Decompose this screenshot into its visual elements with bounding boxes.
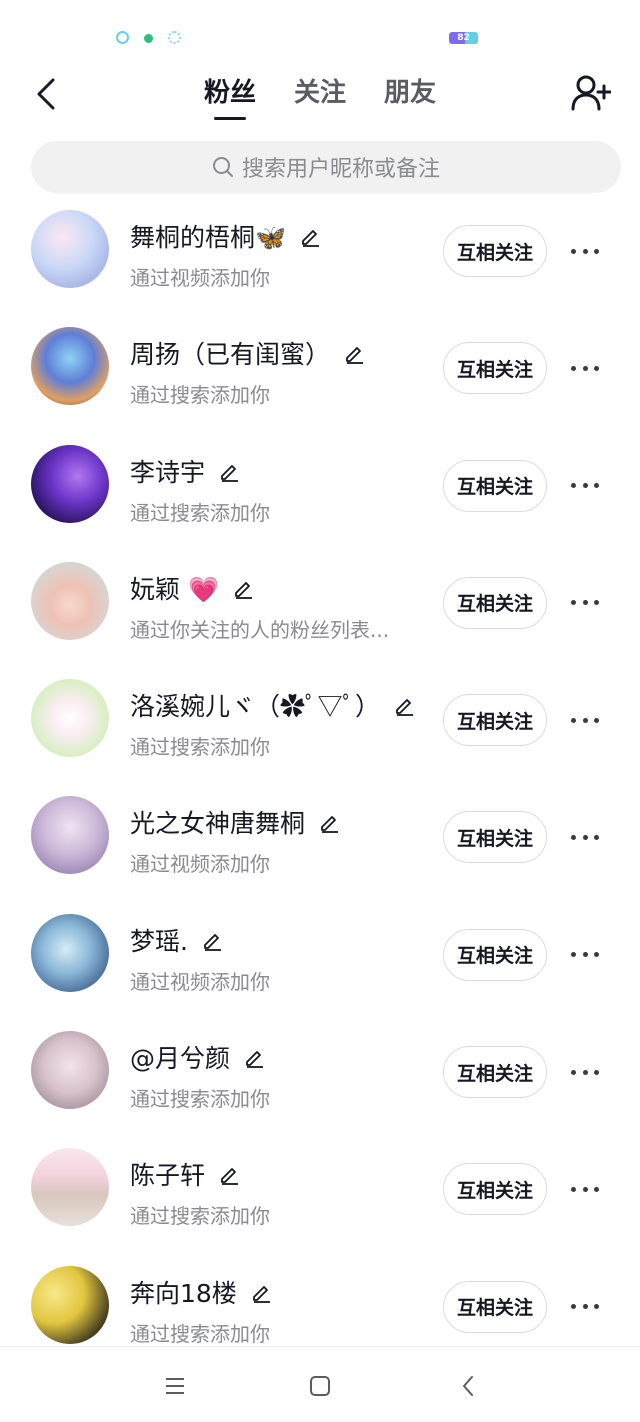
more-icon[interactable] bbox=[568, 824, 602, 850]
menu-icon bbox=[166, 1378, 184, 1394]
mutual-follow-button[interactable]: 互相关注 bbox=[443, 1163, 547, 1216]
mutual-follow-button[interactable]: 互相关注 bbox=[443, 342, 547, 395]
follower-row: 周扬（已有闺蜜） 通过搜索添加你 互相关注 bbox=[0, 325, 640, 442]
menu-button[interactable] bbox=[160, 1371, 190, 1401]
avatar[interactable] bbox=[31, 1265, 109, 1344]
search-placeholder: 搜索用户昵称或备注 bbox=[241, 157, 440, 182]
more-icon[interactable] bbox=[568, 1176, 602, 1202]
mutual-follow-button[interactable]: 互相关注 bbox=[443, 928, 547, 981]
system-back-button[interactable] bbox=[453, 1371, 483, 1401]
edit-remark-icon[interactable] bbox=[200, 928, 224, 952]
follower-name[interactable]: 舞桐的梧桐🦋 bbox=[130, 218, 286, 254]
avatar[interactable] bbox=[31, 210, 109, 288]
follower-row: 梦瑶. 通过视频添加你 互相关注 bbox=[0, 912, 640, 1029]
follower-row: 光之女神唐舞桐 通过视频添加你 互相关注 bbox=[0, 794, 640, 911]
location-icon bbox=[116, 31, 129, 44]
more-icon[interactable] bbox=[568, 238, 602, 264]
more-icon[interactable] bbox=[568, 355, 602, 381]
mutual-follow-button[interactable]: 互相关注 bbox=[443, 1280, 547, 1333]
follow-source: 通过视频添加你 bbox=[130, 969, 270, 994]
edit-remark-icon[interactable] bbox=[217, 1162, 241, 1186]
avatar[interactable] bbox=[31, 679, 109, 758]
tab-bar: 粉丝 关注 朋友 bbox=[0, 76, 640, 116]
top-nav: 粉丝 关注 朋友 bbox=[0, 66, 640, 126]
chevron-left-icon bbox=[463, 1376, 473, 1396]
more-icon[interactable] bbox=[568, 473, 602, 499]
follow-source: 通过搜索添加你 bbox=[130, 500, 270, 525]
mutual-follow-button[interactable]: 互相关注 bbox=[443, 576, 547, 629]
mutual-follow-button[interactable]: 互相关注 bbox=[443, 811, 547, 864]
follow-source: 通过搜索添加你 bbox=[130, 383, 270, 408]
follower-row: 舞桐的梧桐🦋 通过视频添加你 互相关注 bbox=[0, 208, 640, 325]
edit-remark-icon[interactable] bbox=[317, 810, 341, 834]
system-nav-bar bbox=[0, 1346, 640, 1422]
follower-name[interactable]: @月兮颜 bbox=[130, 1039, 230, 1075]
status-icons bbox=[116, 31, 181, 44]
more-icon[interactable] bbox=[568, 1294, 602, 1320]
follower-name[interactable]: 李诗宇 bbox=[130, 453, 205, 489]
edit-remark-icon[interactable] bbox=[342, 341, 366, 365]
follow-source: 通过搜索添加你 bbox=[130, 1204, 270, 1229]
more-icon[interactable] bbox=[568, 942, 602, 968]
mutual-follow-button[interactable]: 互相关注 bbox=[443, 225, 547, 277]
follower-name[interactable]: 光之女神唐舞桐 bbox=[130, 804, 305, 840]
follow-source: 通过搜索添加你 bbox=[130, 735, 270, 760]
edit-remark-icon[interactable] bbox=[242, 1045, 266, 1069]
edit-remark-icon[interactable] bbox=[231, 576, 255, 600]
add-user-icon bbox=[571, 75, 611, 111]
avatar[interactable] bbox=[31, 913, 109, 992]
follow-source: 通过搜索添加你 bbox=[130, 1087, 270, 1112]
battery-indicator: 82 bbox=[449, 32, 478, 44]
avatar[interactable] bbox=[31, 444, 109, 523]
follower-row: 妧颖 💗 通过你关注的人的粉丝列表... 互相关注 bbox=[0, 560, 640, 677]
home-square-icon bbox=[310, 1376, 330, 1396]
follower-name[interactable]: 周扬（已有闺蜜） bbox=[130, 335, 330, 371]
follower-name[interactable]: 奔向18楼 bbox=[130, 1274, 237, 1310]
tab-friends[interactable]: 朋友 bbox=[384, 76, 436, 116]
wifi-icon bbox=[168, 31, 181, 44]
follow-source: 通过搜索添加你 bbox=[130, 1321, 270, 1346]
home-button[interactable] bbox=[305, 1371, 335, 1401]
tab-following[interactable]: 关注 bbox=[294, 76, 346, 116]
mutual-follow-button[interactable]: 互相关注 bbox=[443, 694, 547, 747]
edit-remark-icon[interactable] bbox=[217, 459, 241, 483]
edit-remark-icon[interactable] bbox=[249, 1280, 273, 1304]
follower-name[interactable]: 妧颖 💗 bbox=[130, 570, 219, 606]
search-input[interactable]: 搜索用户昵称或备注 bbox=[31, 141, 621, 193]
follower-name[interactable]: 陈子轩 bbox=[130, 1156, 205, 1192]
avatar[interactable] bbox=[31, 561, 109, 640]
wechat-icon bbox=[144, 34, 153, 43]
edit-remark-icon[interactable] bbox=[298, 224, 322, 248]
mutual-follow-button[interactable]: 互相关注 bbox=[443, 1046, 547, 1099]
more-icon[interactable] bbox=[568, 1059, 602, 1085]
edit-remark-icon[interactable] bbox=[392, 693, 416, 717]
mutual-follow-button[interactable]: 互相关注 bbox=[443, 459, 547, 512]
avatar[interactable] bbox=[31, 327, 109, 406]
add-friend-button[interactable] bbox=[570, 72, 612, 114]
follower-name[interactable]: 梦瑶. bbox=[130, 922, 188, 958]
follower-row: 洛溪婉儿ヾ（✿ﾟ▽ﾟ） 通过搜索添加你 互相关注 bbox=[0, 677, 640, 794]
more-icon[interactable] bbox=[568, 707, 602, 733]
follow-source: 通过你关注的人的粉丝列表... bbox=[130, 617, 390, 642]
follower-list: 舞桐的梧桐🦋 通过视频添加你 互相关注 周扬（已有闺蜜） 通过搜索添加你 互相关… bbox=[0, 208, 640, 1381]
avatar[interactable] bbox=[31, 1031, 109, 1110]
follower-row: 陈子轩 通过搜索添加你 互相关注 bbox=[0, 1146, 640, 1263]
follower-row: @月兮颜 通过搜索添加你 互相关注 bbox=[0, 1029, 640, 1146]
search-icon bbox=[212, 157, 233, 177]
follow-source: 通过视频添加你 bbox=[130, 266, 270, 290]
avatar[interactable] bbox=[31, 1148, 109, 1227]
avatar[interactable] bbox=[31, 796, 109, 875]
more-icon[interactable] bbox=[568, 590, 602, 616]
follow-source: 通过视频添加你 bbox=[130, 852, 270, 877]
status-bar: 82 bbox=[0, 0, 640, 70]
follower-name[interactable]: 洛溪婉儿ヾ（✿ﾟ▽ﾟ） bbox=[130, 687, 380, 723]
follower-row: 李诗宇 通过搜索添加你 互相关注 bbox=[0, 443, 640, 560]
tab-fans[interactable]: 粉丝 bbox=[204, 76, 256, 116]
